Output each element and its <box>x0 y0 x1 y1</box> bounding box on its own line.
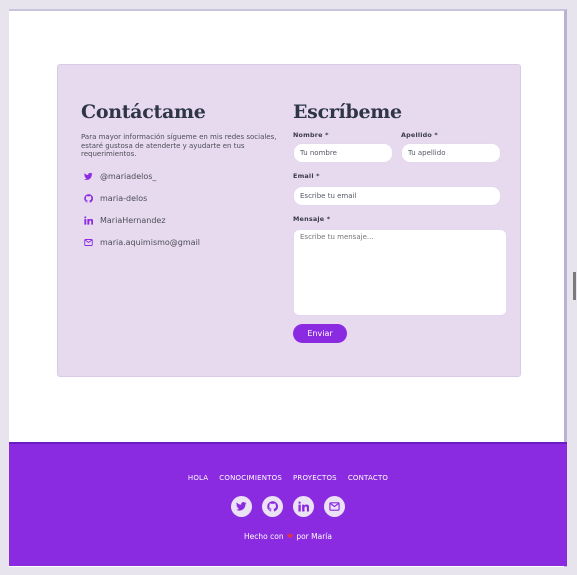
email-input[interactable]: Escribe tu email <box>293 186 501 206</box>
nombre-label: Nombre * <box>293 131 329 139</box>
footer-credit: Hecho con ❤ por María <box>9 532 567 541</box>
contact-form: Escríbeme Nombre * Tu nombre Apellido * … <box>293 101 507 343</box>
credit-prefix: Hecho con <box>244 532 284 541</box>
github-icon <box>83 194 93 204</box>
footer-nav: HOLA CONOCIMIENTOS PROYECTOS CONTACTO <box>9 474 567 482</box>
social-list: @mariadelos_ maria-delos MariaHernandez … <box>81 166 281 254</box>
nombre-input[interactable]: Tu nombre <box>293 143 393 163</box>
social-label-twitter: @mariadelos_ <box>100 172 157 182</box>
contact-card: Contáctame Para mayor información síguem… <box>57 64 521 377</box>
social-item-twitter[interactable]: @mariadelos_ <box>81 166 281 188</box>
footer-linkedin-icon[interactable] <box>293 496 314 517</box>
heart-icon: ❤ <box>286 532 294 541</box>
social-item-email[interactable]: maria.aquimismo@gmail <box>81 232 281 254</box>
mensaje-label: Mensaje * <box>293 215 331 223</box>
social-item-linkedin[interactable]: MariaHernandez <box>81 210 281 232</box>
social-label-github: maria-delos <box>100 194 148 204</box>
footer-social-icons <box>9 496 567 517</box>
credit-suffix: por María <box>296 532 332 541</box>
footer: HOLA CONOCIMIENTOS PROYECTOS CONTACTO He… <box>9 442 567 566</box>
apellido-input[interactable]: Tu apellido <box>401 143 501 163</box>
scrollbar-thumb[interactable] <box>573 272 576 300</box>
contact-info: Contáctame Para mayor información síguem… <box>81 101 281 254</box>
social-label-email: maria.aquimismo@gmail <box>100 238 201 248</box>
social-item-github[interactable]: maria-delos <box>81 188 281 210</box>
send-button[interactable]: Enviar <box>293 324 347 343</box>
form-title: Escríbeme <box>293 101 402 123</box>
contact-title: Contáctame <box>81 101 206 123</box>
email-icon <box>83 238 93 248</box>
footer-link-proyectos[interactable]: PROYECTOS <box>293 474 337 482</box>
footer-link-conocimientos[interactable]: CONOCIMIENTOS <box>219 474 282 482</box>
mensaje-textarea[interactable] <box>293 229 507 316</box>
twitter-icon <box>83 172 93 182</box>
linkedin-icon <box>83 216 93 226</box>
footer-email-icon[interactable] <box>324 496 345 517</box>
footer-github-icon[interactable] <box>262 496 283 517</box>
social-label-linkedin: MariaHernandez <box>100 216 166 226</box>
email-label: Email * <box>293 172 320 180</box>
contact-intro: Para mayor información sígueme en mis re… <box>81 133 277 159</box>
apellido-label: Apellido * <box>401 131 438 139</box>
footer-link-hola[interactable]: HOLA <box>188 474 208 482</box>
footer-twitter-icon[interactable] <box>231 496 252 517</box>
footer-link-contacto[interactable]: CONTACTO <box>348 474 388 482</box>
